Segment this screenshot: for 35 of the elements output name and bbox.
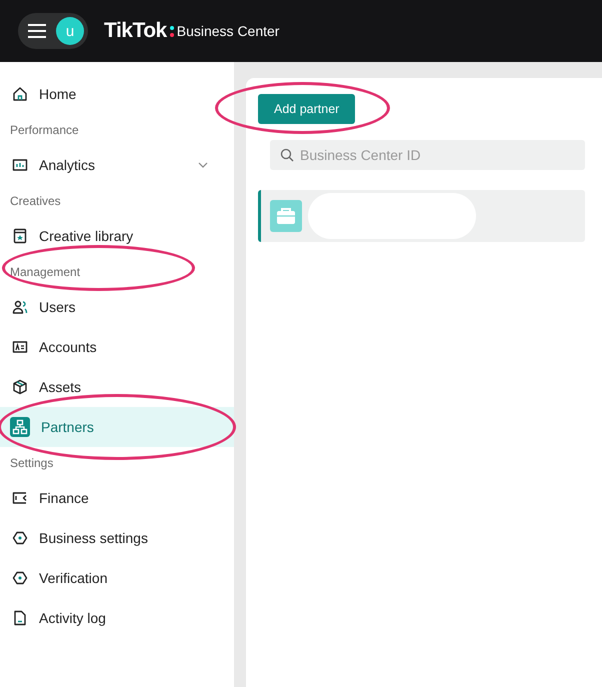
section-heading: Performance (10, 122, 79, 138)
section-heading: Settings (10, 454, 54, 472)
wallet-icon (12, 490, 28, 506)
id-card-icon (12, 339, 28, 355)
nav-item[interactable]: Verification (0, 558, 234, 598)
users-icon (12, 299, 28, 315)
product-name: Business Center (176, 23, 280, 39)
home-icon (12, 86, 28, 102)
hexagon-icon (12, 530, 28, 546)
nav-item[interactable]: Partners (0, 407, 234, 447)
briefcase-icon (270, 200, 302, 232)
org-chart-icon (10, 417, 30, 437)
nav-item[interactable]: Assets (0, 367, 234, 407)
nav-item[interactable]: Analytics (0, 145, 234, 185)
hexagon-icon (12, 570, 28, 586)
search-icon (280, 148, 294, 162)
document-icon (12, 610, 28, 626)
nav-item[interactable]: Users (0, 287, 234, 327)
menu-icon[interactable] (28, 23, 46, 39)
nav-item[interactable]: Finance (0, 478, 234, 518)
chevron-down-icon[interactable] (198, 162, 208, 168)
logo: TikTok (104, 19, 167, 43)
nav-item[interactable]: Accounts (0, 327, 234, 367)
nav-item[interactable]: Creative library (0, 216, 234, 256)
logo-dots-icon (170, 26, 174, 36)
section-heading: Management (10, 264, 80, 280)
nav-item[interactable]: Home (0, 74, 234, 114)
nav-item[interactable]: Business settings (0, 518, 234, 558)
add-partner-button[interactable]: Add partner (258, 94, 356, 124)
section-heading: Creatives (10, 192, 61, 210)
nav-item[interactable]: Activity log (0, 598, 234, 638)
search-field[interactable]: Business Center ID (270, 140, 585, 170)
chart-icon (12, 157, 28, 173)
cube-icon (12, 379, 28, 395)
library-icon (12, 228, 28, 244)
